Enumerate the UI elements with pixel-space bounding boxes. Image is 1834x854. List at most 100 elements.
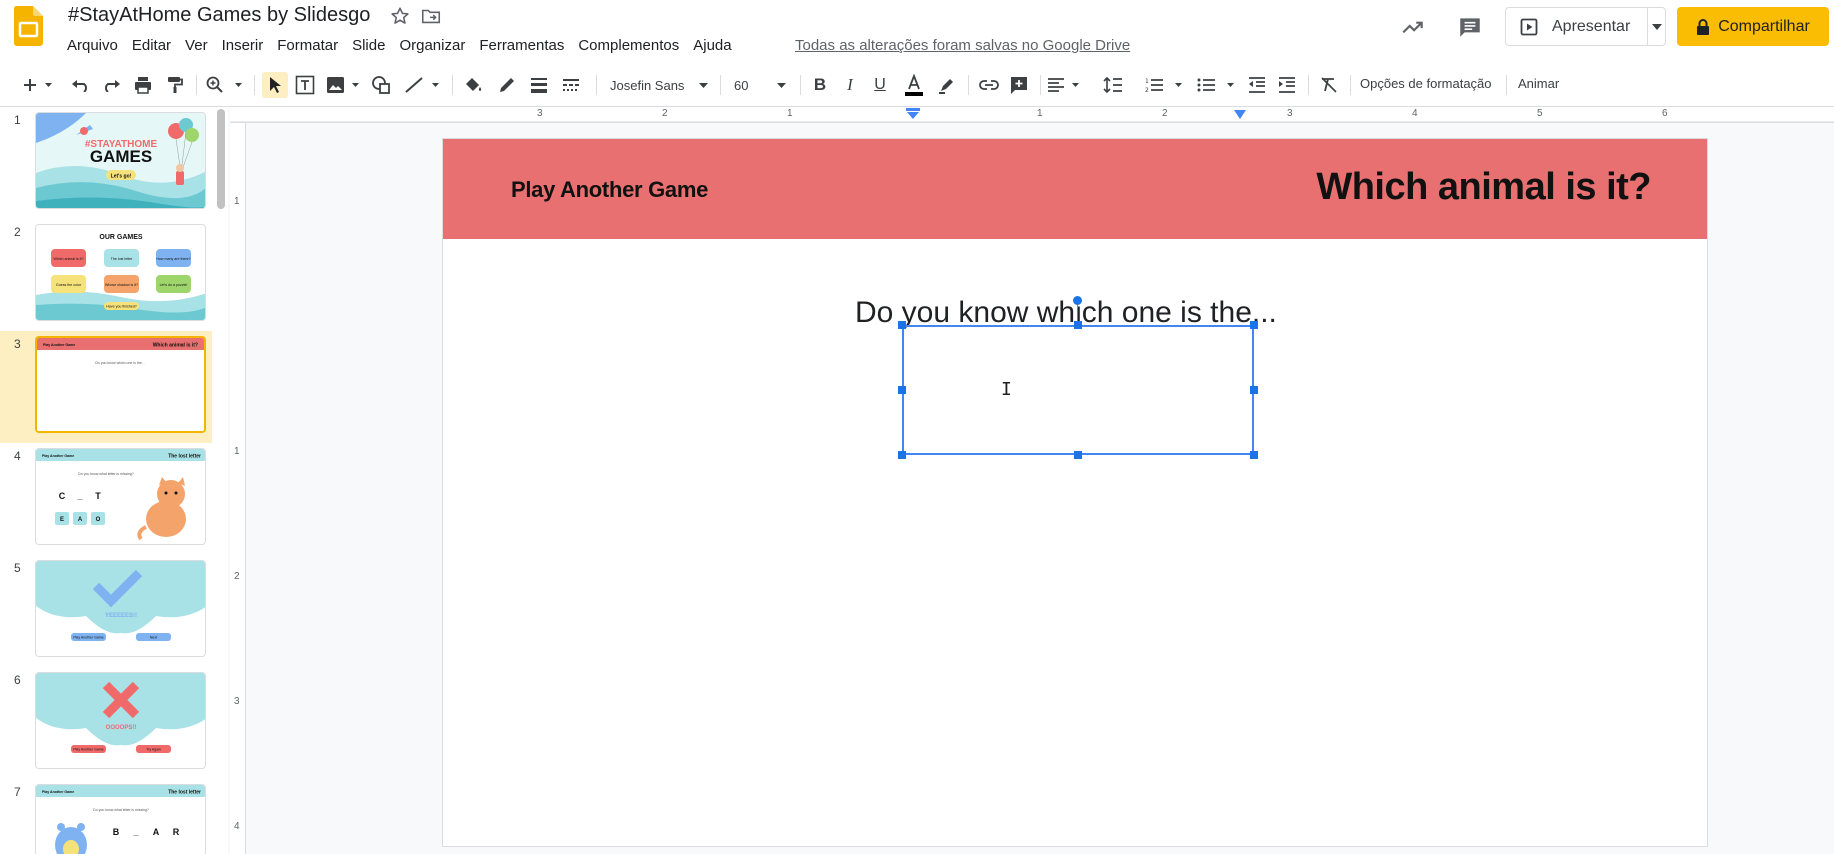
menu-slide[interactable]: Slide [345, 36, 392, 56]
menu-organizar[interactable]: Organizar [392, 36, 472, 56]
print-button[interactable] [130, 72, 156, 98]
slide-thumbnail[interactable]: Play Another Game Which animal is it? Do… [35, 336, 206, 433]
format-options-button[interactable]: Opções de formatação [1360, 76, 1492, 91]
highlight-color-button[interactable] [934, 72, 960, 98]
selected-text-box[interactable] [902, 325, 1254, 455]
insert-image-button[interactable] [324, 72, 362, 98]
resize-handle-w[interactable] [898, 386, 906, 394]
thumb-slide-title: The lost letter [168, 790, 201, 796]
numbered-list-button[interactable]: 12 [1144, 72, 1186, 98]
new-slide-button[interactable] [18, 72, 58, 98]
slide-canvas[interactable]: Play Another Game Which animal is it? Do… [443, 139, 1707, 846]
slide-thumbnail[interactable]: Play Another Game The lost letter Do you… [35, 784, 206, 854]
menu-editar[interactable]: Editar [125, 36, 178, 56]
border-color-button[interactable] [494, 72, 520, 98]
slides-logo-icon[interactable] [14, 6, 43, 46]
fill-color-button[interactable] [460, 72, 486, 98]
lost-letter-preview: Play Another Game The lost letter Do you… [36, 449, 205, 544]
zoom-button[interactable] [204, 72, 246, 98]
rotation-handle[interactable] [1073, 296, 1082, 305]
thumb-play-label: Play Another Game [43, 343, 75, 347]
select-tool-button[interactable] [262, 72, 288, 98]
slide-thumbnail[interactable]: Play Another Game The lost letter Do you… [35, 448, 206, 545]
filmstrip-slide-1[interactable]: 1 #STAYATHOME GAMES Let's go! [0, 107, 212, 219]
slide-thumbnail[interactable]: OOOOPS!! Play Another Game Try Again [35, 672, 206, 769]
present-button[interactable]: Apresentar [1506, 8, 1648, 45]
document-title[interactable]: #StayAtHome Games by Slidesgo [68, 4, 370, 27]
thumb-game-label: How many are there? [156, 257, 190, 261]
menu-ver[interactable]: Ver [178, 36, 215, 56]
animate-button[interactable]: Animar [1518, 76, 1559, 91]
undo-icon [72, 80, 87, 92]
present-options-button[interactable] [1648, 8, 1665, 45]
vertical-ruler[interactable]: 1 1 2 3 4 [230, 123, 246, 854]
menu-ajuda[interactable]: Ajuda [686, 36, 738, 56]
filmstrip-slide-3[interactable]: 3 Play Another Game Which animal is it? … [0, 331, 212, 443]
play-another-game-text[interactable]: Play Another Game [511, 177, 708, 203]
filmstrip-slide-7[interactable]: 7 Play Another Game The lost letter Do y… [0, 779, 212, 854]
border-dash-icon [563, 79, 579, 91]
fill-color-icon [466, 78, 482, 91]
ruler-number: 3 [234, 696, 240, 707]
decrease-indent-button[interactable] [1244, 72, 1270, 98]
menu-inserir[interactable]: Inserir [215, 36, 271, 56]
ruler-number: 4 [1412, 108, 1418, 119]
resize-handle-e[interactable] [1250, 386, 1258, 394]
bold-button[interactable]: B [808, 72, 832, 98]
menu-complementos[interactable]: Complementos [571, 36, 686, 56]
saved-status-link[interactable]: Todas as alterações foram salvas no Goog… [795, 37, 1130, 54]
bulleted-list-button[interactable] [1196, 72, 1238, 98]
shape-button[interactable] [368, 72, 394, 98]
filmstrip-slide-4[interactable]: 4 Play Another Game The lost letter Do y… [0, 443, 212, 555]
line-spacing-button[interactable] [1100, 72, 1126, 98]
menu-arquivo[interactable]: Arquivo [60, 36, 125, 56]
underline-button[interactable]: U [868, 72, 892, 98]
slide-thumbnail[interactable]: YEEEEES!! Play Another Game Next [35, 560, 206, 657]
menu-ferramentas[interactable]: Ferramentas [472, 36, 571, 56]
thumb-game-label: Whose shadow is it? [105, 283, 138, 287]
move-folder-icon[interactable] [420, 5, 442, 27]
slide-number: 7 [14, 785, 21, 799]
slide-number: 1 [14, 113, 21, 127]
filmstrip-slide-2[interactable]: 2 OUR GAMES Which animal is it? The lost… [0, 219, 212, 331]
increase-indent-icon [1279, 77, 1295, 93]
paint-format-button[interactable] [162, 72, 188, 98]
italic-button[interactable]: I [838, 72, 862, 98]
resize-handle-s[interactable] [1074, 451, 1082, 459]
star-icon[interactable] [389, 5, 411, 27]
increase-indent-button[interactable] [1274, 72, 1300, 98]
redo-button[interactable] [98, 72, 124, 98]
right-indent-marker-icon[interactable] [1234, 110, 1246, 119]
border-weight-button[interactable] [526, 72, 552, 98]
comments-icon[interactable] [1457, 14, 1483, 40]
filmstrip-scrollbar[interactable] [217, 109, 225, 209]
undo-button[interactable] [68, 72, 94, 98]
horizontal-ruler[interactable]: 3 2 1 1 1 2 3 4 5 6 [230, 107, 1834, 123]
text-color-button[interactable] [900, 72, 928, 98]
activity-dashboard-icon[interactable] [1400, 14, 1426, 40]
share-button[interactable]: Compartilhar [1677, 7, 1829, 46]
menu-formatar[interactable]: Formatar [270, 36, 345, 56]
align-button[interactable] [1046, 72, 1082, 98]
filmstrip-slide-5[interactable]: 5 YEEEEES!! Play Another Game Next [0, 555, 212, 667]
filmstrip-slide-6[interactable]: 6 OOOOPS!! Play Another Game Try Again [0, 667, 212, 779]
insert-link-button[interactable] [976, 72, 1002, 98]
resize-handle-se[interactable] [1250, 451, 1258, 459]
slide-thumbnail[interactable]: #STAYATHOME GAMES Let's go! [35, 112, 206, 209]
border-dash-button[interactable] [558, 72, 584, 98]
left-indent-marker-icon[interactable] [906, 108, 920, 120]
slide-thumbnail[interactable]: OUR GAMES Which animal is it? The lost l… [35, 224, 206, 321]
resize-handle-ne[interactable] [1250, 321, 1258, 329]
resize-handle-nw[interactable] [898, 321, 906, 329]
bold-icon: B [813, 75, 827, 94]
clear-formatting-button[interactable] [1316, 72, 1342, 98]
slide-title[interactable]: Which animal is it? [1316, 166, 1651, 209]
resize-handle-n[interactable] [1074, 321, 1082, 329]
insert-comment-button[interactable] [1006, 72, 1032, 98]
text-box-button[interactable] [292, 72, 318, 98]
current-slide-preview: Play Another Game Which animal is it? Do… [37, 338, 204, 431]
line-button[interactable] [402, 72, 442, 98]
font-size-select[interactable]: 60 [728, 72, 792, 98]
resize-handle-sw[interactable] [898, 451, 906, 459]
font-family-select[interactable]: Josefin Sans [604, 72, 714, 98]
